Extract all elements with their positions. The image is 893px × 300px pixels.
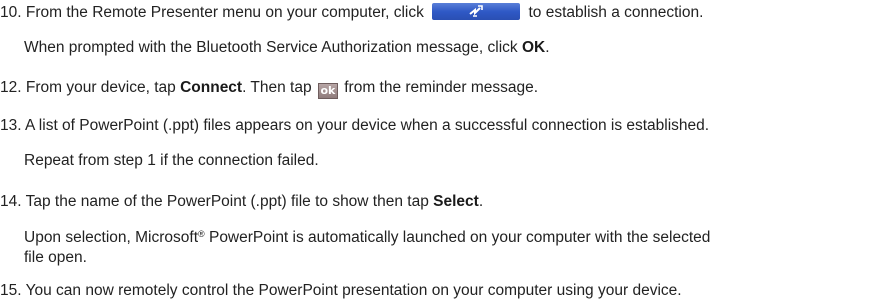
step-text-end: to establish a connection.	[528, 4, 704, 21]
connect-label: Connect	[180, 79, 243, 96]
step-number: 13.	[0, 117, 22, 134]
step-10-note: When prompted with the Bluetooth Service…	[24, 39, 550, 56]
step-15: 15. You can now remotely control the Pow…	[0, 282, 682, 299]
step-14: 14. Tap the name of the PowerPoint (.ppt…	[0, 193, 484, 210]
registered-mark: ®	[198, 229, 205, 239]
step-number: 10.	[0, 4, 22, 21]
step-12: 12. From your device, tap Connect. Then …	[0, 79, 539, 99]
select-label: Select	[433, 193, 479, 210]
ok-button-icon: ok	[317, 83, 338, 99]
ok-label: OK	[521, 39, 546, 56]
step-14-note: Upon selection, Microsoft® PowerPoint is…	[24, 229, 711, 246]
step-13: 13. A list of PowerPoint (.ppt) files ap…	[0, 117, 710, 134]
step-number: 15.	[0, 282, 22, 299]
connect-button-icon	[432, 3, 521, 20]
step-14-note-cont: file open.	[24, 249, 87, 266]
step-number: 12.	[0, 79, 22, 96]
step-number: 14.	[0, 193, 22, 210]
step-10: 10. From the Remote Presenter menu on yo…	[0, 3, 703, 22]
step-13-note: Repeat from step 1 if the connection fai…	[24, 152, 319, 169]
step-text: From the Remote Presenter menu on your c…	[25, 4, 424, 21]
